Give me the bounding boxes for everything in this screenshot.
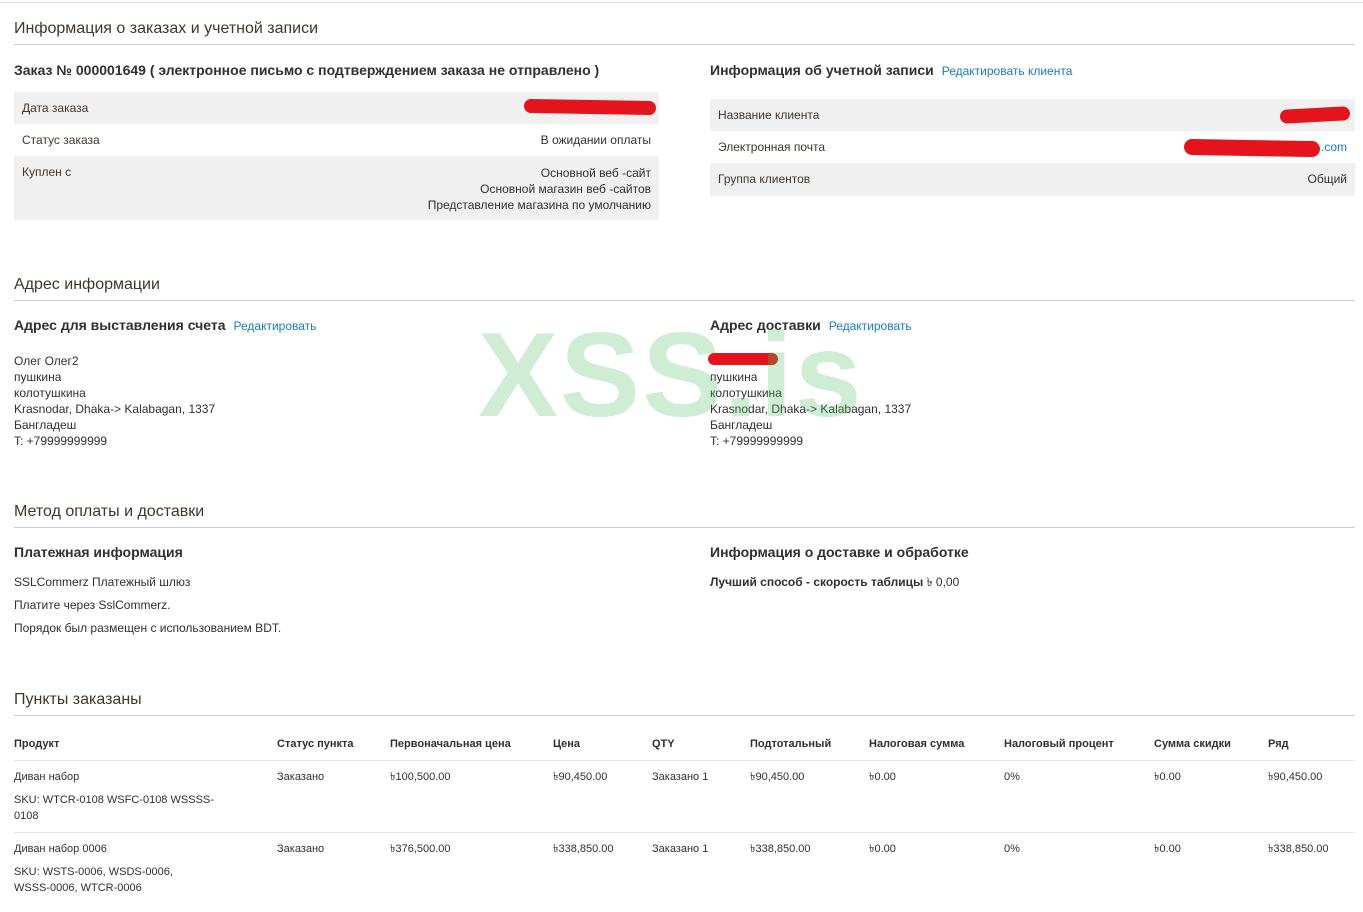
col-subtotal: Подтотальный <box>750 736 869 761</box>
shipping-method: Лучший способ - скорость таблицы <box>710 575 924 589</box>
email-label: Электронная почта <box>718 140 826 154</box>
item-status: Заказано <box>277 771 325 783</box>
customer-group-row: Группа клиентов Общий <box>710 163 1355 196</box>
section-title-payment-shipping: Метод оплаты и доставки <box>14 503 1355 528</box>
order-status-value: В ожидании оплаты <box>540 133 651 147</box>
billing-address-title-text: Адрес для выставления счета <box>14 317 226 333</box>
section-title-items: Пункты заказаны <box>14 691 1355 716</box>
tax-percent: 0% <box>1004 771 1020 783</box>
billing-country: Бангладеш <box>14 418 77 432</box>
shipping-name <box>710 353 911 369</box>
item-status: Заказано <box>277 832 390 904</box>
row-total: ৳90,450.00 <box>1268 771 1323 783</box>
order-status-label: Статус заказа <box>22 133 100 147</box>
items-header-row: Продукт Статус пункта Первоначальная цен… <box>14 736 1355 761</box>
col-tax-percent: Налоговый процент <box>1004 736 1154 761</box>
product-name: Диван набор <box>14 771 80 783</box>
account-info-title-text: Информация об учетной записи <box>710 62 934 78</box>
billing-street-1: пушкина <box>14 370 62 384</box>
payment-info-title: Платежная информация <box>14 544 183 560</box>
col-item-status: Статус пункта <box>277 736 390 761</box>
original-price: ৳376,500.00 <box>390 832 553 904</box>
shipping-street-2: колотушкина <box>710 386 782 400</box>
shipping-price: ৳ 0,00 <box>926 575 960 589</box>
customer-group-label: Группа клиентов <box>710 163 1155 196</box>
order-title: Заказ № 000001649 ( электронное письмо с… <box>14 62 600 78</box>
purchased-from-store: Основной магазин веб -сайтов <box>480 182 651 196</box>
billing-phone: T: +79999999999 <box>14 434 108 448</box>
customer-name-row: Название клиента <box>710 99 1355 131</box>
edit-billing-address-link[interactable]: Редактировать <box>234 319 317 333</box>
items-ordered-table: Продукт Статус пункта Первоначальная цен… <box>14 736 1355 904</box>
purchased-from-store-view: Представление магазина по умолчанию <box>427 198 651 212</box>
billing-address-title: Адрес для выставления счета Редактировать <box>14 317 316 333</box>
table-row: Диван набор 0006 SKU: WSTS-0006, WSDS-00… <box>14 832 1355 904</box>
top-divider <box>0 2 1363 3</box>
shipping-address-title-text: Адрес доставки <box>710 317 821 333</box>
col-tax-amount: Налоговая сумма <box>869 736 1004 761</box>
product-sku: SKU: WTCR-0108 WSFC-0108 WSSSS-0108 <box>14 794 214 822</box>
table-row: Диван набор SKU: WTCR-0108 WSFC-0108 WSS… <box>14 761 1355 833</box>
purchased-from-row: Куплен с Основной веб -сайт Основной маг… <box>14 156 659 220</box>
billing-address: Олег Олег2 пушкина колотушкина Krasnodar… <box>14 353 215 449</box>
edit-shipping-address-link[interactable]: Редактировать <box>829 319 912 333</box>
product-name: Диван набор 0006 <box>14 843 107 855</box>
qty: Заказано 1 <box>652 771 709 783</box>
shipping-address: пушкина колотушкина Krasnodar, Dhaka-> K… <box>710 353 911 449</box>
redaction-email <box>1183 138 1321 158</box>
row-total: ৳338,850.00 <box>1268 832 1355 904</box>
shipping-info: Лучший способ - скорость таблицы ৳ 0,00 <box>710 574 959 597</box>
purchased-from-website: Основной веб -сайт <box>540 166 651 180</box>
subtotal: ৳90,450.00 <box>750 771 805 783</box>
tax-amount: ৳0.00 <box>869 832 1004 904</box>
shipping-info-title: Информация о доставке и обработке <box>710 544 969 560</box>
shipping-country: Бангладеш <box>710 418 773 432</box>
purchased-from-label: Куплен с <box>14 156 196 220</box>
col-price: Цена <box>553 736 652 761</box>
col-product: Продукт <box>14 736 277 761</box>
col-discount: Сумма скидки <box>1154 736 1268 761</box>
col-row-total: Ряд <box>1268 736 1355 761</box>
tax-percent: 0% <box>1004 832 1154 904</box>
subtotal: ৳338,850.00 <box>750 832 869 904</box>
shipping-street-1: пушкина <box>710 370 758 384</box>
edit-customer-link[interactable]: Редактировать клиента <box>942 64 1073 78</box>
payment-info: SSLCommerz Платежный шлюз Платите через … <box>14 574 281 643</box>
account-info-title: Информация об учетной записи Редактироват… <box>710 62 1072 78</box>
discount-amount: ৳0.00 <box>1154 832 1268 904</box>
shipping-city: Krasnodar, Dhaka-> Kalabagan, 1337 <box>710 402 912 416</box>
col-original-price: Первоначальная цена <box>390 736 553 761</box>
section-title-order-account: Информация о заказах и учетной записи <box>14 20 1355 45</box>
price: ৳338,850.00 <box>553 832 652 904</box>
product-sku: SKU: WSTS-0006, WSDS-0006, WSSS-0006, WT… <box>14 866 173 894</box>
original-price: ৳100,500.00 <box>390 771 451 783</box>
customer-group-value: Общий <box>1154 163 1355 196</box>
billing-street-2: колотушкина <box>14 386 86 400</box>
payment-method: SSLCommerz Платежный шлюз <box>14 575 191 589</box>
qty: Заказано 1 <box>652 832 750 904</box>
price: ৳90,450.00 <box>553 771 608 783</box>
discount-amount: ৳0.00 <box>1154 771 1181 783</box>
shipping-phone: T: +79999999999 <box>710 434 804 448</box>
redaction-order-date <box>523 98 657 116</box>
section-title-address: Адрес информации <box>14 276 1355 301</box>
payment-note: Платите через SslCommerz. <box>14 598 171 612</box>
payment-currency-note: Порядок был размещен с использованием BD… <box>14 621 282 635</box>
tax-amount: ৳0.00 <box>869 771 896 783</box>
billing-city: Krasnodar, Dhaka-> Kalabagan, 1337 <box>14 402 216 416</box>
customer-name-label: Название клиента <box>710 99 1155 131</box>
col-qty: QTY <box>652 736 750 761</box>
shipping-address-title: Адрес доставки Редактировать <box>710 317 912 333</box>
order-date-label: Дата заказа <box>14 92 196 124</box>
billing-name: Олег Олег2 <box>14 354 79 368</box>
order-status-row: Статус заказа В ожидании оплаты <box>14 124 659 156</box>
